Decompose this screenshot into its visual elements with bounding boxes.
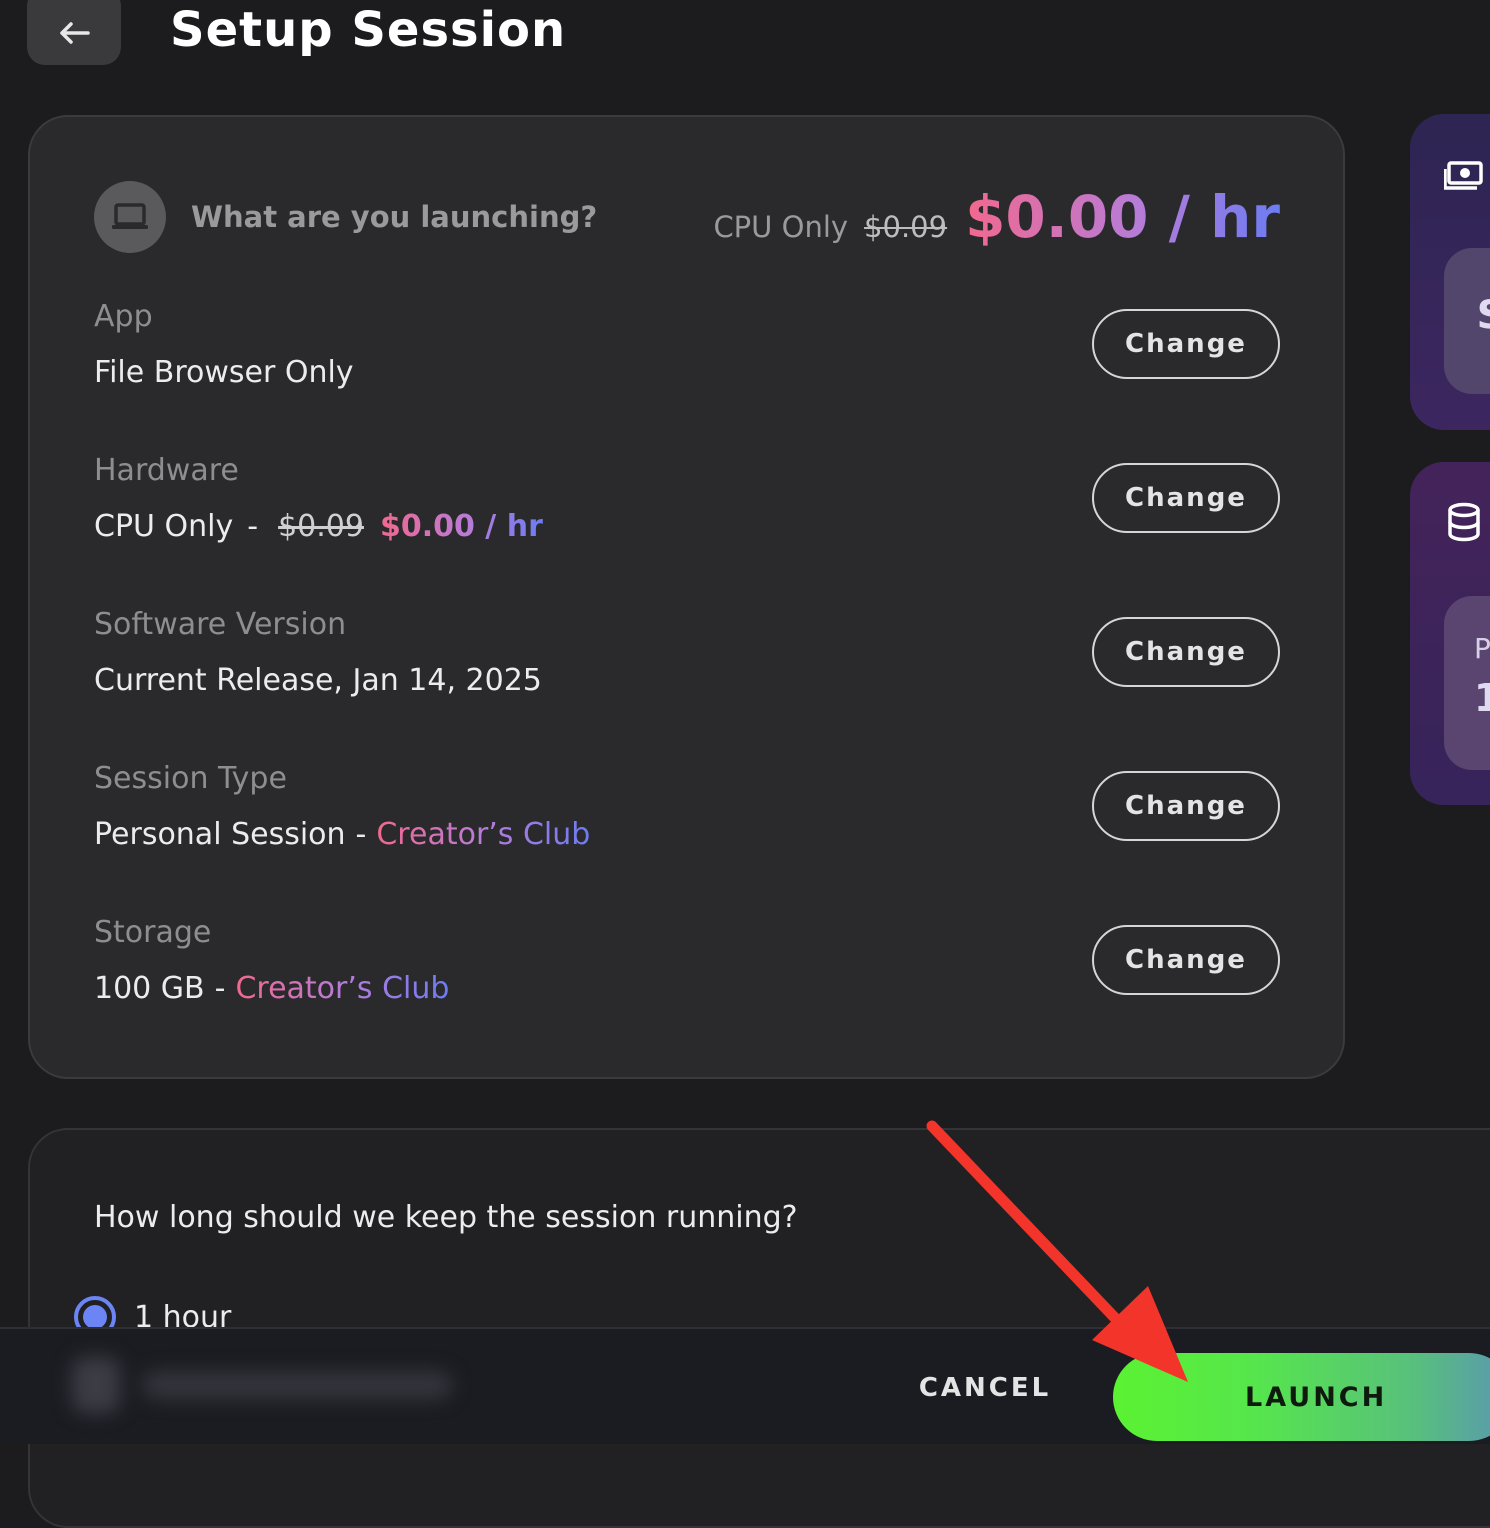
change-app-button[interactable]: Change <box>1092 309 1280 379</box>
row-label: App <box>94 299 153 334</box>
separator: - <box>355 817 367 852</box>
row-value: Personal Session - Creator’s Club <box>94 817 590 852</box>
change-session-type-button[interactable]: Change <box>1092 771 1280 841</box>
storage-row: Storage 100 GB - Creator’s Club Change <box>94 915 1280 1035</box>
storage-value: 100 GB <box>94 971 205 1006</box>
page-title: Setup Session <box>170 2 567 58</box>
storage-tile: P 1 <box>1444 596 1490 770</box>
launch-summary-header: What are you launching? CPU Only $0.09 $… <box>94 181 1280 253</box>
hardware-value: CPU Only <box>94 509 234 544</box>
row-label: Session Type <box>94 761 287 796</box>
change-hardware-button[interactable]: Change <box>1092 463 1280 533</box>
hardware-old-price: $0.09 <box>278 509 364 544</box>
row-label: Hardware <box>94 453 239 488</box>
app-row: App File Browser Only Change <box>94 299 1280 419</box>
row-label: Storage <box>94 915 212 950</box>
blurred-content <box>72 1349 462 1419</box>
credits-card: $ <box>1410 114 1490 430</box>
session-type-row: Session Type Personal Session - Creator’… <box>94 761 1280 881</box>
laptop-icon-circle <box>94 181 166 253</box>
software-version-row: Software Version Current Release, Jan 14… <box>94 607 1280 727</box>
radio-selected-dot <box>83 1305 107 1329</box>
price-summary: CPU Only $0.09 $0.00 / hr <box>713 183 1280 251</box>
bottom-action-bar: CANCEL LAUNCH <box>0 1327 1490 1444</box>
row-value: File Browser Only <box>94 355 354 390</box>
row-value: CPU Only - $0.09 $0.00 / hr <box>94 509 543 544</box>
back-button[interactable] <box>27 0 121 65</box>
row-value: 100 GB - Creator’s Club <box>94 971 449 1006</box>
old-price: $0.09 <box>864 210 948 244</box>
creators-club-tag: Creator’s Club <box>376 817 591 852</box>
change-software-version-button[interactable]: Change <box>1092 617 1280 687</box>
separator: - <box>214 971 226 1006</box>
app-value: File Browser Only <box>94 355 354 390</box>
software-version-value: Current Release, Jan 14, 2025 <box>94 663 542 698</box>
storage-tile-label: P <box>1474 632 1490 665</box>
storage-card: P 1 <box>1410 462 1490 805</box>
database-icon <box>1448 502 1480 542</box>
arrow-left-icon <box>60 21 90 44</box>
current-price: $0.00 / hr <box>965 183 1280 251</box>
money-icon <box>1444 161 1483 190</box>
session-type-value: Personal Session <box>94 817 346 852</box>
cancel-button[interactable]: CANCEL <box>900 1365 1070 1411</box>
storage-tile-value: 1 <box>1474 676 1490 720</box>
hardware-new-price: $0.00 / hr <box>379 509 543 544</box>
duration-question: How long should we keep the session runn… <box>94 1200 798 1235</box>
row-value: Current Release, Jan 14, 2025 <box>94 663 542 698</box>
session-summary-card: What are you launching? CPU Only $0.09 $… <box>28 115 1345 1079</box>
row-label: Software Version <box>94 607 347 642</box>
separator: - <box>247 509 259 544</box>
laptop-icon <box>112 203 148 229</box>
launch-question: What are you launching? <box>191 200 598 234</box>
change-storage-button[interactable]: Change <box>1092 925 1280 995</box>
credits-balance-tile: $ <box>1444 248 1490 394</box>
hardware-label: CPU Only <box>713 210 849 244</box>
hardware-row: Hardware CPU Only - $0.09 $0.00 / hr Cha… <box>94 453 1280 573</box>
creators-club-tag: Creator’s Club <box>235 971 450 1006</box>
launch-button[interactable]: LAUNCH <box>1113 1353 1490 1441</box>
